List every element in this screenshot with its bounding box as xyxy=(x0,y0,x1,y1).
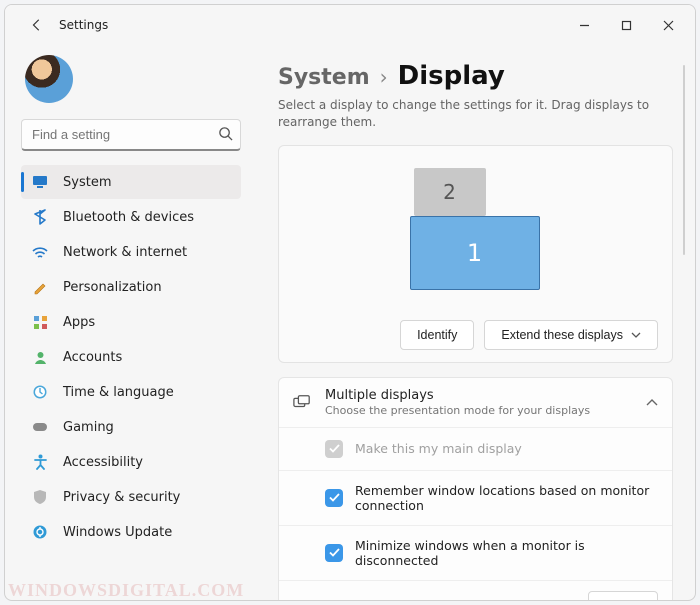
sidebar-item-personalization[interactable]: Personalization xyxy=(21,270,241,304)
multiple-displays-icon xyxy=(293,393,311,411)
sidebar-item-privacy[interactable]: Privacy & security xyxy=(21,480,241,514)
display-monitor-2[interactable]: 2 xyxy=(414,168,486,216)
detect-row: Detect other display Detect xyxy=(279,580,672,600)
sidebar-item-network[interactable]: Network & internet xyxy=(21,235,241,269)
breadcrumb: System › Display xyxy=(278,61,673,91)
sidebar-item-label: Bluetooth & devices xyxy=(63,210,194,225)
option-label: Make this my main display xyxy=(355,441,522,456)
card-title: Multiple displays xyxy=(325,388,632,403)
sidebar-item-label: Personalization xyxy=(63,280,162,295)
sidebar-item-accounts[interactable]: Accounts xyxy=(21,340,241,374)
back-button[interactable] xyxy=(25,13,49,37)
display-monitor-1[interactable]: 1 xyxy=(410,216,540,290)
sidebar-item-label: Apps xyxy=(63,315,95,330)
display-arrangement-panel: 2 1 Identify Extend these displays xyxy=(278,145,673,363)
checkbox-minimize[interactable] xyxy=(325,544,343,562)
multiple-displays-header[interactable]: Multiple displays Choose the presentatio… xyxy=(279,378,672,427)
option-main-display: Make this my main display xyxy=(279,427,672,470)
network-icon xyxy=(31,243,49,261)
minimize-button[interactable] xyxy=(563,10,605,40)
time-icon xyxy=(31,383,49,401)
option-label: Minimize windows when a monitor is disco… xyxy=(355,538,658,568)
multiple-displays-card: Multiple displays Choose the presentatio… xyxy=(278,377,673,600)
sidebar-item-label: Accounts xyxy=(63,350,122,365)
apps-icon xyxy=(31,313,49,331)
option-label: Remember window locations based on monit… xyxy=(355,483,658,513)
bluetooth-icon xyxy=(31,208,49,226)
sidebar-item-apps[interactable]: Apps xyxy=(21,305,241,339)
gaming-icon xyxy=(31,418,49,436)
sidebar-item-update[interactable]: Windows Update xyxy=(21,515,241,549)
accounts-icon xyxy=(31,348,49,366)
display-arrangement-area[interactable]: 2 1 xyxy=(293,162,658,312)
chevron-up-icon xyxy=(646,395,658,410)
option-remember-locations[interactable]: Remember window locations based on monit… xyxy=(279,470,672,525)
option-minimize-disconnect[interactable]: Minimize windows when a monitor is disco… xyxy=(279,525,672,580)
display-mode-label: Extend these displays xyxy=(501,328,623,342)
sidebar-item-system[interactable]: System xyxy=(21,165,241,199)
scrollbar[interactable] xyxy=(683,65,685,255)
sidebar-item-label: System xyxy=(63,175,111,190)
chevron-down-icon xyxy=(631,332,641,338)
page-subtitle: Select a display to change the settings … xyxy=(278,97,673,131)
checkbox-remember[interactable] xyxy=(325,489,343,507)
checkbox-main-display xyxy=(325,440,343,458)
system-icon xyxy=(31,173,49,191)
search-input[interactable] xyxy=(21,119,241,151)
sidebar-item-label: Network & internet xyxy=(63,245,187,260)
app-title: Settings xyxy=(59,18,108,32)
detect-label: Detect other display xyxy=(325,598,452,600)
sidebar-item-time[interactable]: Time & language xyxy=(21,375,241,409)
display-mode-dropdown[interactable]: Extend these displays xyxy=(484,320,658,350)
nav-list: System Bluetooth & devices Network & int… xyxy=(21,165,241,549)
detect-button-label: Detect xyxy=(605,599,641,600)
sidebar-item-gaming[interactable]: Gaming xyxy=(21,410,241,444)
search-icon xyxy=(218,126,233,145)
sidebar-item-label: Gaming xyxy=(63,420,114,435)
sidebar-item-accessibility[interactable]: Accessibility xyxy=(21,445,241,479)
identify-label: Identify xyxy=(417,328,457,342)
sidebar-item-label: Privacy & security xyxy=(63,490,180,505)
chevron-right-icon: › xyxy=(380,65,388,89)
update-icon xyxy=(31,523,49,541)
detect-button[interactable]: Detect xyxy=(588,591,658,600)
maximize-button[interactable] xyxy=(605,10,647,40)
sidebar-item-label: Windows Update xyxy=(63,525,172,540)
breadcrumb-parent[interactable]: System xyxy=(278,65,370,90)
personalization-icon xyxy=(31,278,49,296)
close-button[interactable] xyxy=(647,10,689,40)
sidebar-item-label: Time & language xyxy=(63,385,174,400)
avatar[interactable] xyxy=(25,55,73,103)
identify-button[interactable]: Identify xyxy=(400,320,474,350)
shield-icon xyxy=(31,488,49,506)
sidebar-item-bluetooth[interactable]: Bluetooth & devices xyxy=(21,200,241,234)
card-subtitle: Choose the presentation mode for your di… xyxy=(325,404,632,417)
sidebar-item-label: Accessibility xyxy=(63,455,143,470)
accessibility-icon xyxy=(31,453,49,471)
page-title: Display xyxy=(398,61,505,91)
